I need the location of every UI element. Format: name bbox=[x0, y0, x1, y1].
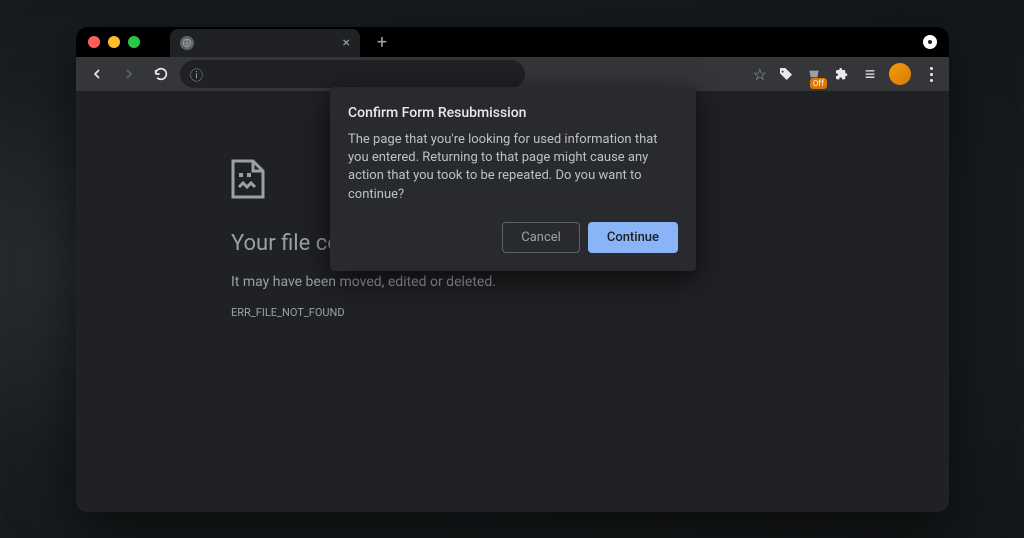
window-minimize-button[interactable] bbox=[108, 36, 120, 48]
address-bar[interactable]: ⓘ bbox=[180, 60, 525, 88]
globe-icon bbox=[180, 36, 194, 50]
new-tab-button[interactable]: + bbox=[372, 32, 392, 52]
titlebar-right bbox=[923, 35, 937, 49]
toolbar-right: ☆ Off ≡ bbox=[753, 63, 941, 85]
dialog-body: The page that you're looking for used in… bbox=[348, 131, 678, 204]
profile-avatar[interactable] bbox=[889, 63, 911, 85]
error-subtitle: It may have been moved, edited or delete… bbox=[231, 274, 949, 290]
dialog-title: Confirm Form Resubmission bbox=[348, 105, 678, 121]
browser-tab[interactable]: × bbox=[170, 29, 360, 57]
off-badge: Off bbox=[810, 78, 827, 89]
forward-button[interactable] bbox=[116, 61, 142, 87]
window-maximize-button[interactable] bbox=[128, 36, 140, 48]
dialog-buttons: Cancel Continue bbox=[348, 222, 678, 253]
tag-icon[interactable] bbox=[777, 65, 795, 83]
tab-close-button[interactable]: × bbox=[343, 35, 350, 51]
account-sync-icon[interactable] bbox=[923, 35, 937, 49]
extensions-puzzle-icon[interactable] bbox=[833, 65, 851, 83]
titlebar: × + bbox=[76, 27, 949, 57]
confirm-resubmission-dialog: Confirm Form Resubmission The page that … bbox=[330, 87, 696, 271]
reload-button[interactable] bbox=[148, 61, 174, 87]
continue-button[interactable]: Continue bbox=[588, 222, 678, 253]
chrome-menu-button[interactable] bbox=[921, 67, 941, 82]
reading-list-icon[interactable]: ≡ bbox=[861, 65, 879, 83]
traffic-lights bbox=[88, 36, 140, 48]
tab-row: × + bbox=[170, 28, 923, 56]
cancel-button[interactable]: Cancel bbox=[502, 222, 580, 253]
browser-window: × + ⓘ ☆ bbox=[76, 27, 949, 512]
back-button[interactable] bbox=[84, 61, 110, 87]
site-info-icon[interactable]: ⓘ bbox=[190, 65, 203, 84]
error-code: ERR_FILE_NOT_FOUND bbox=[231, 306, 949, 319]
bookmark-star-icon[interactable]: ☆ bbox=[753, 65, 767, 84]
window-close-button[interactable] bbox=[88, 36, 100, 48]
toolbar: ⓘ ☆ Off ≡ bbox=[76, 57, 949, 91]
extension-off-icon[interactable]: Off bbox=[805, 65, 823, 83]
